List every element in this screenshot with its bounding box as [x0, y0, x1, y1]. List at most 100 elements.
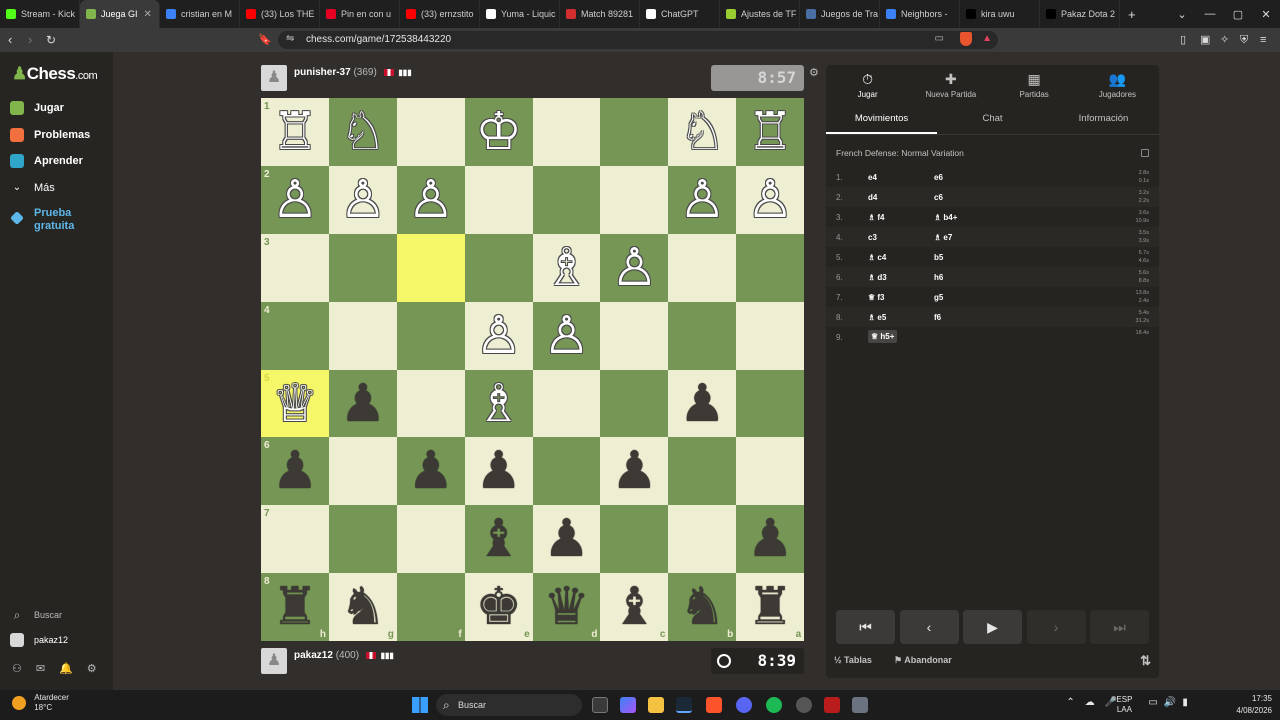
square-g7[interactable] [328, 505, 397, 574]
back-icon[interactable]: ‹ [8, 32, 12, 48]
black-piece[interactable]: ♝ [465, 505, 533, 573]
tab-subtab[interactable]: Chat [937, 105, 1048, 134]
square-b4[interactable] [668, 301, 737, 370]
url-text[interactable]: chess.com/game/172538443220 [306, 34, 451, 45]
square-c4[interactable] [600, 301, 669, 370]
white-piece[interactable]: ♙ [668, 166, 736, 234]
browser-tab[interactable]: kira uwu [960, 0, 1040, 28]
tab-subtab[interactable]: Movimientos [826, 105, 937, 134]
vpn-icon[interactable]: ⛨ [1240, 32, 1248, 48]
file-explorer-icon[interactable] [648, 697, 664, 713]
browser-tab[interactable]: Neighbors - [880, 0, 960, 28]
white-move[interactable]: c3 [868, 233, 877, 242]
square-h6[interactable]: 6 ♟ [261, 437, 329, 506]
white-move[interactable]: ♗ f4 [868, 213, 885, 222]
square-h1[interactable]: 1 ♖ [261, 98, 329, 166]
square-a2[interactable]: ♙ [736, 165, 805, 234]
nav-play[interactable]: ⏱ Jugar [826, 65, 909, 105]
black-move[interactable]: b5 [934, 253, 943, 262]
chess-board[interactable]: 1 ♖ ♘ ♔ ♘ ♖ 2 ♙ ♙ ♙ ♙ ♙ 3 ♗ ♙ 4 ♙ ♙ 5 ♕ ♟ ♗ ♟ 6 ♟ ♟ ♟ ♟ 7 ♝ ♟ ♟ 8 h ♜ g ♞ f e ♚… [261, 98, 805, 642]
square-b7[interactable] [668, 505, 737, 574]
square-d1[interactable] [532, 98, 601, 166]
chevron-up-icon[interactable]: ⌃ [1066, 697, 1084, 708]
cast-icon[interactable]: ▭ [935, 33, 944, 44]
browser-tab[interactable]: Pakaz Dota 2 [1040, 0, 1120, 28]
network-icon[interactable]: ☁ [1085, 697, 1105, 708]
black-piece[interactable]: ♞ [668, 573, 736, 641]
white-piece[interactable]: ♔ [465, 98, 533, 166]
square-a7[interactable]: ♟ [736, 505, 805, 574]
square-f7[interactable] [396, 505, 465, 574]
white-piece[interactable]: ♙ [261, 166, 329, 234]
square-g5[interactable]: ♟ [328, 369, 397, 438]
white-piece[interactable]: ♖ [736, 98, 804, 166]
black-move[interactable]: c6 [934, 193, 943, 202]
opponent-info[interactable]: punisher-37 (369) ▮▮▮ [294, 67, 412, 78]
square-g8[interactable]: g ♞ [328, 573, 397, 642]
square-g6[interactable] [328, 437, 397, 506]
square-c5[interactable] [600, 369, 669, 438]
browser-tab[interactable]: ChatGPT [640, 0, 720, 28]
clock-date[interactable]: 17:35 4/08/2026 [1236, 693, 1272, 717]
browser-tab[interactable]: (33) Los THE [240, 0, 320, 28]
app-icon[interactable] [796, 697, 812, 713]
square-d5[interactable] [532, 369, 601, 438]
square-b6[interactable] [668, 437, 737, 506]
previous-move-button[interactable]: ‹ [899, 610, 959, 644]
square-a3[interactable] [736, 233, 805, 302]
square-a1[interactable]: ♖ [736, 98, 805, 166]
square-f6[interactable]: ♟ [396, 437, 465, 506]
square-b5[interactable]: ♟ [668, 369, 737, 438]
sidebar-item-more[interactable]: ⌄ Más [10, 181, 55, 195]
player-info[interactable]: pakaz12 (400) ▮▮▮ [294, 650, 394, 661]
new-tab-button[interactable]: + [1128, 7, 1136, 22]
opening-name[interactable]: French Defense: Normal Variation [836, 148, 964, 158]
white-piece[interactable]: ♙ [533, 302, 601, 370]
resign-button[interactable]: ⚑ Abandonar [894, 655, 952, 666]
browser-tab[interactable]: Match 89281 [560, 0, 640, 28]
square-d7[interactable]: ♟ [532, 505, 601, 574]
square-g1[interactable]: ♘ [328, 98, 397, 166]
square-g2[interactable]: ♙ [328, 165, 397, 234]
brave-rewards-icon[interactable]: ▲ [982, 33, 992, 44]
sidebar-item-learn[interactable]: Aprender [10, 154, 83, 168]
black-piece[interactable]: ♝ [600, 573, 668, 641]
square-f2[interactable]: ♙ [396, 165, 465, 234]
black-piece[interactable]: ♟ [329, 370, 397, 438]
white-piece[interactable]: ♙ [397, 166, 465, 234]
opponent-avatar[interactable]: ♟ [261, 65, 287, 91]
calculator-icon[interactable] [852, 697, 868, 713]
white-piece[interactable]: ♙ [736, 166, 804, 234]
white-move[interactable]: ♕ h5+ [868, 330, 898, 343]
sidebar-search[interactable]: ⌕ Buscar [10, 608, 62, 622]
weather-widget[interactable]: Atardecer 18°C [12, 693, 69, 713]
square-a5[interactable] [736, 369, 805, 438]
white-piece[interactable]: ♙ [465, 302, 533, 370]
wallet-icon[interactable]: ▣ [1200, 32, 1210, 48]
white-piece[interactable]: ♙ [329, 166, 397, 234]
black-piece[interactable]: ♟ [736, 505, 804, 573]
square-d8[interactable]: d ♛ [532, 573, 601, 642]
black-piece[interactable]: ♟ [397, 437, 465, 505]
square-h8[interactable]: 8 h ♜ [261, 573, 329, 642]
white-move[interactable]: ♕ f3 [868, 293, 885, 302]
square-c6[interactable]: ♟ [600, 437, 669, 506]
black-piece[interactable]: ♜ [261, 573, 329, 641]
white-move[interactable]: d4 [868, 193, 877, 202]
black-move[interactable]: ♗ e7 [934, 233, 952, 242]
nav-new-game[interactable]: ✚ Nueva Partida [909, 65, 992, 105]
black-piece[interactable]: ♛ [533, 573, 601, 641]
spotify-icon[interactable] [766, 697, 782, 713]
white-move[interactable]: ♗ d3 [868, 273, 887, 282]
square-g4[interactable] [328, 301, 397, 370]
draw-button[interactable]: ½ Tablas [834, 655, 872, 665]
close-tab-icon[interactable]: ✕ [144, 9, 152, 20]
steam-icon[interactable] [676, 697, 692, 713]
square-c3[interactable]: ♙ [600, 233, 669, 302]
reload-icon[interactable]: ↻ [46, 32, 56, 48]
white-piece[interactable]: ♗ [533, 234, 601, 302]
language-indicator[interactable]: ESP LAA [1116, 695, 1132, 715]
black-move[interactable]: h6 [934, 273, 943, 282]
brave-shield-icon[interactable] [960, 32, 972, 46]
minimize-icon[interactable]: — [1196, 8, 1224, 20]
